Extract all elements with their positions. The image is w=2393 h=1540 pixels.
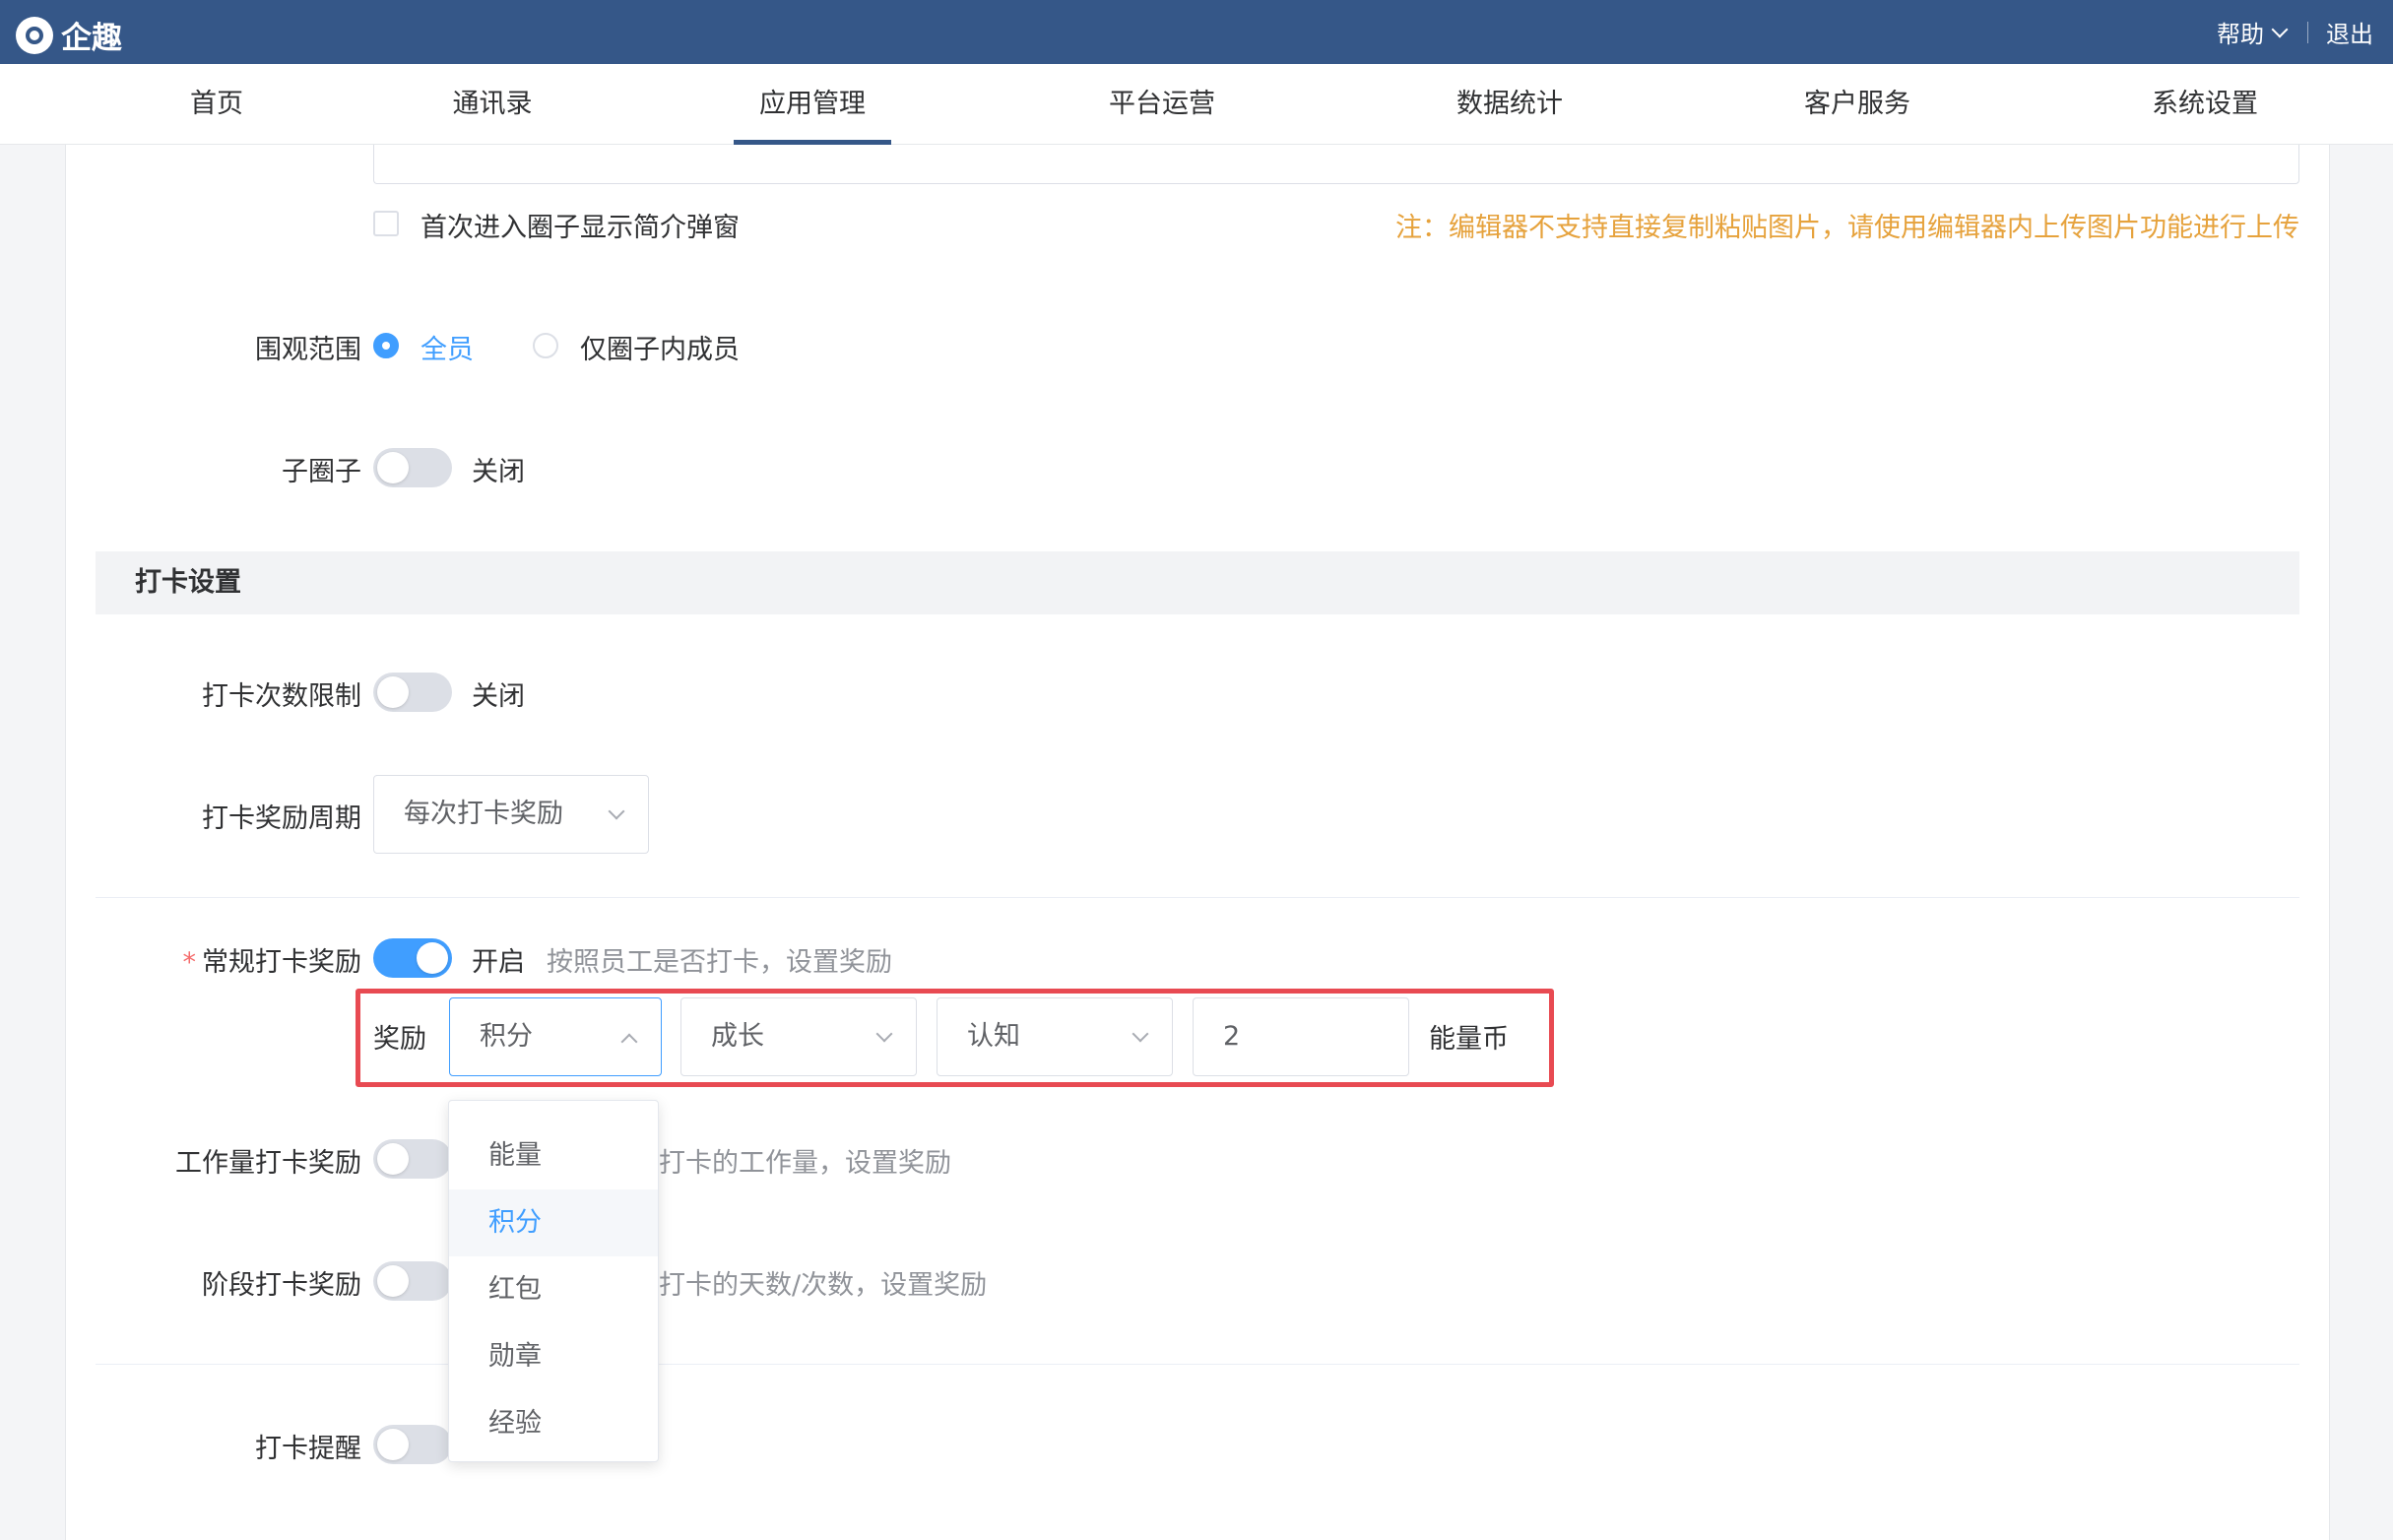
stage-reward-label: 阶段打卡奖励 <box>202 1270 361 1301</box>
app-logo[interactable]: 企趣 <box>16 13 122 57</box>
reward-period-label: 打卡奖励周期 <box>202 803 361 834</box>
nav-item-home[interactable]: 首页 <box>148 64 286 145</box>
form-divider <box>96 1364 2299 1365</box>
chevron-down-icon <box>608 802 625 820</box>
nav-item-platform-ops[interactable]: 平台运营 <box>1083 64 1241 145</box>
logout-link[interactable]: 退出 <box>2326 15 2373 49</box>
main-nav: 首页 通讯录 应用管理 平台运营 数据统计 客户服务 系统设置 <box>0 64 2393 145</box>
checkin-limit-switch[interactable] <box>373 673 452 712</box>
dropdown-option-red-packet[interactable]: 红包 <box>449 1256 658 1323</box>
required-marker: * <box>182 947 197 978</box>
help-menu[interactable]: 帮助 <box>2217 15 2264 49</box>
workload-reward-desc: 打卡的工作量，设置奖励 <box>659 1148 951 1179</box>
workload-reward-label: 工作量打卡奖励 <box>175 1148 361 1179</box>
settings-form: 首次进入圈子显示简介弹窗 注：编辑器不支持直接复制粘贴图片，请使用编辑器内上传图… <box>65 145 2330 1540</box>
dropdown-option-points[interactable]: 积分 <box>449 1189 658 1256</box>
sub-circle-label: 子圈子 <box>282 457 361 487</box>
regular-reward-switch[interactable] <box>373 938 452 978</box>
nav-item-system-settings[interactable]: 系统设置 <box>2126 64 2284 145</box>
regular-reward-label-text: 常规打卡奖励 <box>202 947 361 978</box>
nav-item-app-management[interactable]: 应用管理 <box>734 64 891 145</box>
view-scope-option-members[interactable]: 仅圈子内成员 <box>580 328 740 366</box>
form-divider <box>96 897 2299 898</box>
stage-reward-switch[interactable] <box>373 1261 452 1301</box>
logo-text: 企趣 <box>61 21 122 56</box>
nav-item-contacts[interactable]: 通讯录 <box>423 64 561 145</box>
view-scope-option-all[interactable]: 全员 <box>420 328 474 366</box>
chevron-down-icon[interactable] <box>2271 21 2289 37</box>
stage-reward-desc: 打卡的天数/次数，设置奖励 <box>659 1270 988 1301</box>
top-bar: 企趣 帮助 退出 <box>0 0 2393 64</box>
checkin-limit-label: 打卡次数限制 <box>202 681 361 712</box>
checkin-limit-status: 关闭 <box>472 681 525 712</box>
dropdown-option-medal[interactable]: 勋章 <box>449 1323 658 1390</box>
reward-period-value: 每次打卡奖励 <box>404 799 563 829</box>
sub-circle-status: 关闭 <box>472 457 525 487</box>
reward-period-select[interactable]: 每次打卡奖励 <box>373 775 649 854</box>
reminder-label: 打卡提醒 <box>255 1434 361 1464</box>
checkin-section-title: 打卡设置 <box>135 567 241 598</box>
regular-reward-label: * 常规打卡奖励 <box>66 940 362 979</box>
header-divider <box>2307 21 2308 43</box>
regular-reward-status: 开启 <box>472 947 525 978</box>
sub-circle-switch[interactable] <box>373 448 452 487</box>
dropdown-option-energy[interactable]: 能量 <box>449 1123 658 1189</box>
editor-note: 注：编辑器不支持直接复制粘贴图片，请使用编辑器内上传图片功能进行上传 <box>1395 213 2299 243</box>
intro-popup-checkbox[interactable] <box>373 211 399 236</box>
intro-popup-label: 首次进入圈子显示简介弹窗 <box>420 213 740 243</box>
regular-reward-desc: 按照员工是否打卡，设置奖励 <box>547 947 892 978</box>
view-scope-label: 围观范围 <box>255 335 361 365</box>
editor-textarea-bottom[interactable] <box>373 145 2299 184</box>
checkin-section-header: 打卡设置 <box>96 551 2299 614</box>
workload-reward-switch[interactable] <box>373 1139 452 1179</box>
view-scope-radio-members[interactable] <box>533 333 558 358</box>
reminder-switch[interactable] <box>373 1425 452 1464</box>
reward-row-highlight <box>356 989 1554 1087</box>
dropdown-option-experience[interactable]: 经验 <box>449 1390 658 1457</box>
top-right-actions: 帮助 退出 <box>2217 0 2373 64</box>
nav-item-customer-service[interactable]: 客户服务 <box>1779 64 1936 145</box>
logo-icon <box>16 16 53 54</box>
nav-item-statistics[interactable]: 数据统计 <box>1431 64 1588 145</box>
reward-type-dropdown: 能量 积分 红包 勋章 经验 <box>448 1100 659 1462</box>
view-scope-radio-all[interactable] <box>373 333 399 358</box>
